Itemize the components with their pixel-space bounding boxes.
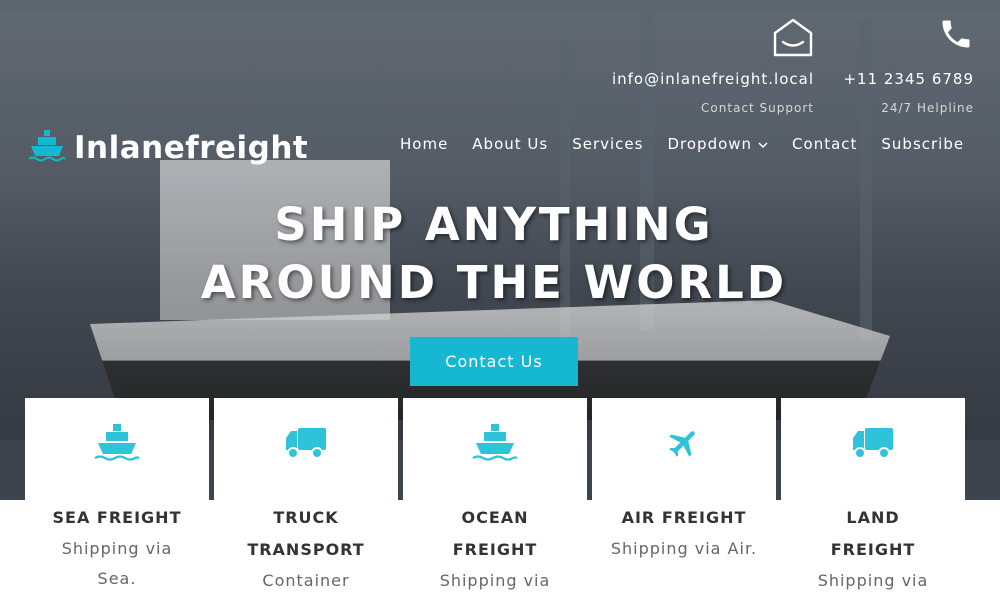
- hero-headline-line1: SHIP ANYTHING: [274, 198, 714, 251]
- service-title: TRUCK TRANSPORT: [247, 508, 365, 559]
- service-title: SEA FREIGHT: [52, 508, 182, 527]
- ship-icon: [403, 422, 587, 464]
- nav-dropdown[interactable]: Dropdown: [667, 135, 768, 153]
- email-contact: info@inlanefreight.local Contact Support: [600, 16, 814, 115]
- truck-icon: [781, 422, 965, 464]
- service-desc: Shipping via Air.: [610, 539, 758, 558]
- brand-name: Inlanefreight: [74, 130, 309, 166]
- service-card-sea-freight[interactable]: SEA FREIGHT Shipping via Sea.: [25, 398, 209, 601]
- service-title: AIR FREIGHT: [621, 508, 747, 527]
- contact-us-button[interactable]: Contact Us: [410, 337, 578, 386]
- nav-home[interactable]: Home: [400, 135, 448, 153]
- envelope-open-icon: [600, 16, 814, 58]
- phone-number[interactable]: +11 2345 6789: [840, 70, 974, 88]
- nav-subscribe[interactable]: Subscribe: [881, 135, 964, 153]
- chevron-down-icon: [758, 135, 768, 153]
- services-list: SEA FREIGHT Shipping via Sea. TRUCK TRAN…: [25, 398, 965, 601]
- nav-dropdown-label: Dropdown: [667, 135, 753, 153]
- service-desc: Container Shipping.: [262, 571, 350, 590]
- service-card-truck-transport[interactable]: TRUCK TRANSPORT Container Shipping.: [214, 398, 398, 601]
- nav-contact[interactable]: Contact: [792, 135, 857, 153]
- service-card-land-freight[interactable]: LAND FREIGHT Shipping via vehicles.: [781, 398, 965, 601]
- service-card-air-freight[interactable]: AIR FREIGHT Shipping via Air.: [592, 398, 776, 601]
- email-label: Contact Support: [701, 101, 814, 115]
- ship-icon: [28, 128, 66, 168]
- phone-contact: +11 2345 6789 24/7 Helpline: [840, 16, 974, 115]
- main-nav: Home About Us Services Dropdown Contact …: [400, 135, 964, 153]
- nav-services[interactable]: Services: [572, 135, 643, 153]
- truck-icon: [214, 422, 398, 464]
- nav-about-us[interactable]: About Us: [472, 135, 548, 153]
- service-desc: Shipping via vehicles.: [817, 571, 929, 590]
- hero-headline-line2: AROUND THE WORLD: [200, 256, 788, 309]
- service-title: OCEAN FREIGHT: [452, 508, 538, 559]
- service-title: LAND FREIGHT: [830, 508, 916, 559]
- service-desc: Shipping via Sea.: [61, 539, 173, 588]
- email-address[interactable]: info@inlanefreight.local: [600, 70, 814, 88]
- plane-icon: [592, 422, 776, 464]
- service-desc: Shipping via Ocean.: [439, 571, 551, 590]
- brand-logo[interactable]: Inlanefreight: [28, 128, 308, 168]
- phone-label: 24/7 Helpline: [881, 101, 974, 115]
- ship-icon: [25, 422, 209, 464]
- service-card-ocean-freight[interactable]: OCEAN FREIGHT Shipping via Ocean.: [403, 398, 587, 601]
- phone-icon: [840, 16, 974, 58]
